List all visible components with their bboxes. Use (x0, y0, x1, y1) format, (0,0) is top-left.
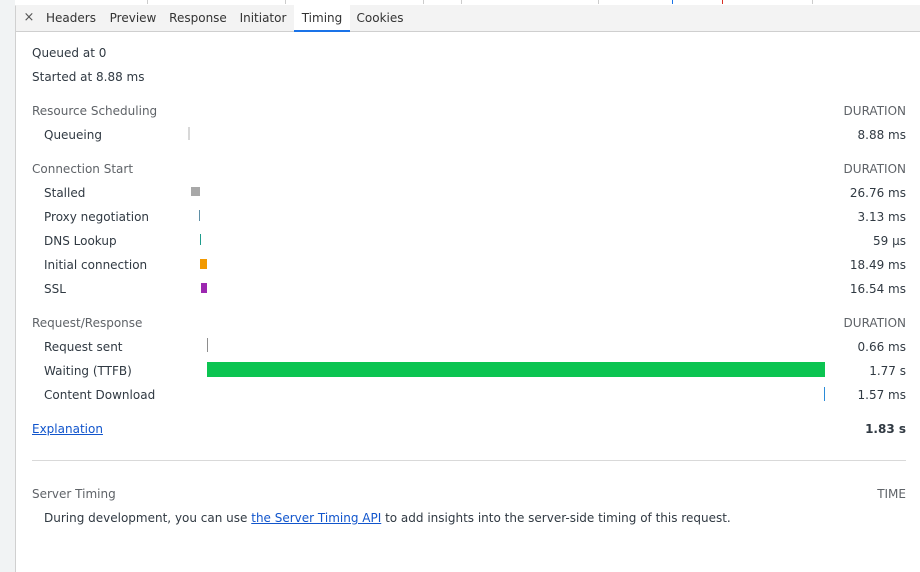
row-label-content-download: Content Download (44, 388, 156, 402)
row-label-queueing: Queueing (44, 128, 102, 142)
row-label-stalled: Stalled (44, 186, 86, 200)
tab-preview[interactable]: Preview (103, 5, 163, 31)
row-value-request-sent: 0.66 ms (857, 340, 906, 354)
close-icon[interactable]: × (22, 5, 36, 31)
server-timing-text-before: During development, you can use (44, 511, 252, 525)
tab-headers[interactable]: Headers (41, 5, 101, 31)
overview-marker-red (722, 0, 723, 4)
row-value-ssl: 16.54 ms (849, 282, 906, 296)
timing-bar-waiting-ttfb (207, 362, 825, 377)
row-label-dns-lookup: DNS Lookup (44, 234, 117, 248)
timing-bar-stalled (191, 187, 200, 196)
section-title-connection-start: Connection Start (32, 162, 134, 176)
row-value-waiting-ttfb: 1.77 s (869, 364, 906, 378)
row-value-stalled: 26.76 ms (849, 186, 906, 200)
row-label-request-sent: Request sent (44, 340, 123, 354)
row-label-proxy-negotiation: Proxy negotiation (44, 210, 150, 224)
timing-bar-ssl (201, 283, 207, 293)
overview-tick (147, 0, 148, 4)
server-timing-api-link[interactable]: the Server Timing API (251, 511, 381, 525)
row-label-initial-connection: Initial connection (44, 258, 148, 272)
tab-response[interactable]: Response (165, 5, 231, 31)
overview-tick (461, 0, 462, 4)
server-timing-text-after: to add insights into the server-side tim… (381, 511, 731, 525)
section-divider (32, 460, 906, 461)
row-value-proxy-negotiation: 3.13 ms (857, 210, 906, 224)
timing-bar-request-sent (207, 338, 208, 352)
row-value-content-download: 1.57 ms (857, 388, 906, 402)
tab-bar: × Headers Preview Response Initiator Tim… (16, 5, 920, 32)
timing-bar-content-download (824, 387, 825, 401)
row-value-queueing: 8.88 ms (857, 128, 906, 142)
row-label-waiting-ttfb: Waiting (TTFB) (44, 364, 132, 378)
overview-tick (423, 0, 424, 4)
row-value-dns-lookup: 59 μs (873, 234, 906, 248)
tab-timing[interactable]: Timing (294, 5, 350, 32)
timing-bar-dns-lookup (200, 234, 201, 245)
section-title-server-timing: Server Timing (32, 487, 116, 501)
time-header: TIME (877, 487, 906, 501)
duration-header: DURATION (843, 162, 906, 176)
total-duration: 1.83 s (865, 422, 906, 436)
section-title-resource-scheduling: Resource Scheduling (32, 104, 158, 118)
overview-tick (812, 0, 813, 4)
duration-header: DURATION (843, 104, 906, 118)
overview-tick (285, 0, 286, 4)
duration-header: DURATION (843, 316, 906, 330)
tab-initiator[interactable]: Initiator (234, 5, 292, 31)
tab-cookies[interactable]: Cookies (352, 5, 408, 31)
queued-at-text: Queued at 0 (32, 46, 107, 60)
timing-bar-proxy-negotiation (199, 210, 200, 221)
overview-tick (598, 0, 599, 4)
explanation-link[interactable]: Explanation (32, 422, 103, 436)
section-title-request-response: Request/Response (32, 316, 143, 330)
server-timing-description: During development, you can use the Serv… (44, 511, 731, 525)
overview-marker-blue (672, 0, 673, 4)
timing-bar-queueing (188, 127, 190, 140)
started-at-text: Started at 8.88 ms (32, 70, 145, 84)
row-label-ssl: SSL (44, 282, 66, 296)
row-value-initial-connection: 18.49 ms (849, 258, 906, 272)
left-panel-edge (0, 0, 16, 572)
timing-bar-initial-connection (200, 259, 207, 269)
